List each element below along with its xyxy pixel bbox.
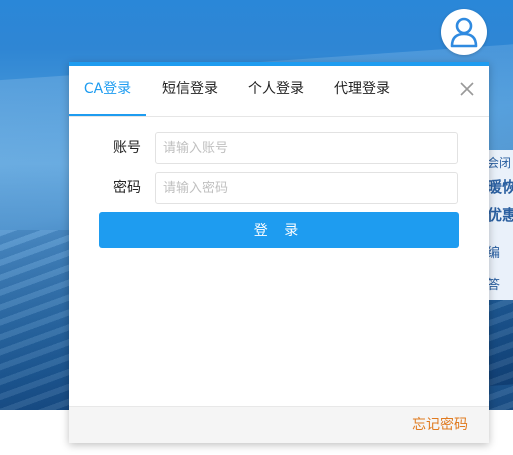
tab-sms-login[interactable]: 短信登录 — [160, 66, 220, 116]
poster-text: 优惠 — [487, 206, 513, 224]
forgot-password-link[interactable]: 忘记密码 — [412, 407, 468, 443]
account-row: 账号 — [69, 132, 489, 164]
tab-agent-login[interactable]: 代理登录 — [332, 66, 392, 116]
tab-personal-login[interactable]: 个人登录 — [246, 66, 306, 116]
login-tabs: CA登录 短信登录 个人登录 代理登录 — [69, 66, 489, 117]
password-row: 密码 — [69, 172, 489, 204]
user-icon — [450, 17, 478, 48]
login-dialog: CA登录 短信登录 个人登录 代理登录 账号 密码 登 录 忘记密码 — [69, 62, 489, 443]
user-avatar-button[interactable] — [441, 9, 487, 55]
account-label: 账号 — [113, 140, 141, 156]
account-input[interactable] — [155, 132, 458, 164]
poster-text: 暖恢 — [487, 178, 513, 196]
close-button[interactable] — [459, 81, 475, 97]
tab-ca-login[interactable]: CA登录 — [69, 66, 146, 116]
dialog-footer: 忘记密码 — [69, 406, 489, 443]
poster-text: 会闭 — [487, 156, 512, 170]
login-button[interactable]: 登 录 — [99, 212, 459, 248]
close-icon — [460, 82, 474, 96]
password-label: 密码 — [113, 180, 141, 196]
password-input[interactable] — [155, 172, 458, 204]
